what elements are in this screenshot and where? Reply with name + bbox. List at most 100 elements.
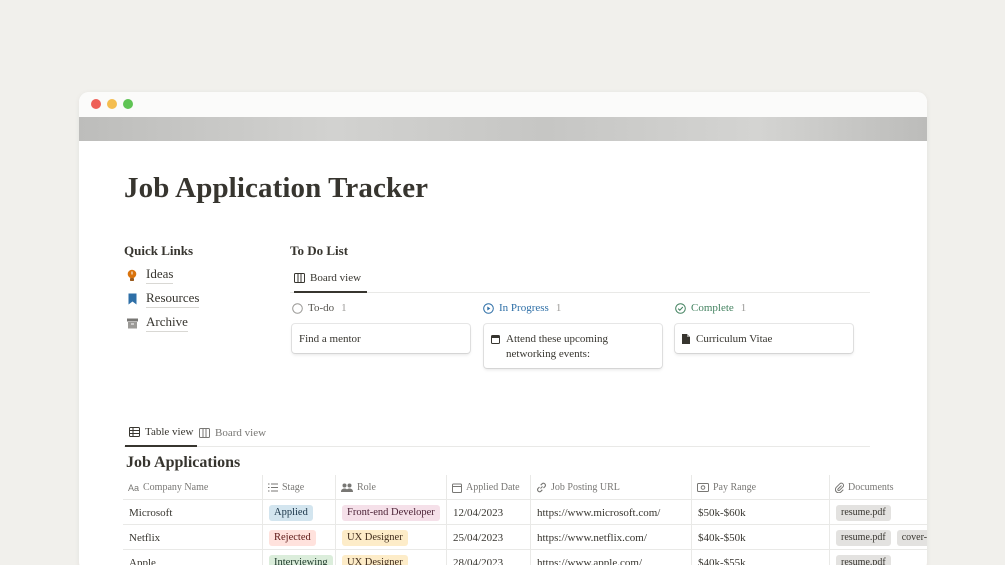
card-title: Find a mentor <box>299 333 361 345</box>
table-header-row: Aa Company Name Stage Role Applied Date … <box>123 475 927 500</box>
date-cell[interactable]: 12/04/2023 <box>447 500 531 525</box>
stage-cell[interactable]: Rejected <box>263 525 336 550</box>
pay-range-cell[interactable]: $50k-$60k <box>692 500 830 525</box>
documents-cell[interactable]: resume.pdf cover-l <box>830 525 927 550</box>
column-header-documents[interactable]: Documents <box>830 475 927 500</box>
file-attachment[interactable]: cover-l <box>896 529 927 546</box>
page-content: Job Application Tracker Quick Links Idea… <box>79 141 927 565</box>
tab-label: Board view <box>215 426 267 439</box>
board-card[interactable]: Curriculum Vitae <box>675 324 853 353</box>
board-view-icon <box>199 427 210 438</box>
date-cell[interactable]: 28/04/2023 <box>447 550 531 565</box>
card-title: Attend these upcoming networking events: <box>506 333 609 360</box>
tab-table-view[interactable]: Table view <box>125 418 198 447</box>
url-cell[interactable]: https://www.microsoft.com/ <box>531 500 692 525</box>
database-title: Job Applications <box>126 454 241 471</box>
documents-cell[interactable]: resume.pdf <box>830 550 927 565</box>
circle-status-icon <box>292 302 303 314</box>
quick-link-ideas[interactable]: Ideas <box>126 266 174 284</box>
column-header-label: Documents <box>848 482 894 493</box>
file-attachment[interactable]: resume.pdf <box>836 504 891 521</box>
close-window-button[interactable] <box>91 99 101 109</box>
board-column-complete: Complete 1 <box>675 302 746 314</box>
quick-link-label: Resources <box>146 290 200 308</box>
minimize-window-button[interactable] <box>107 99 117 109</box>
database-view-tabs: Table view Board view <box>124 418 870 447</box>
text-property-icon: Aa <box>128 482 140 493</box>
company-cell[interactable]: Netflix <box>123 525 263 550</box>
people-property-icon <box>341 483 353 492</box>
company-cell[interactable]: Apple <box>123 550 263 565</box>
app-window: Job Application Tracker Quick Links Idea… <box>79 92 927 565</box>
column-header-role[interactable]: Role <box>336 475 447 500</box>
url-cell[interactable]: https://www.apple.com/ <box>531 550 692 565</box>
money-property-icon <box>697 483 709 492</box>
column-header-company[interactable]: Aa Company Name <box>123 475 263 500</box>
column-header-applied-date[interactable]: Applied Date <box>447 475 531 500</box>
column-header-pay-range[interactable]: Pay Range <box>692 475 830 500</box>
document-icon <box>682 334 690 345</box>
column-header-label: Pay Range <box>713 482 757 493</box>
maximize-window-button[interactable] <box>123 99 133 109</box>
board-column-in-progress: In Progress 1 <box>483 302 561 314</box>
role-cell[interactable]: UX Designer <box>336 550 447 565</box>
column-header-label: Applied Date <box>466 482 520 493</box>
calendar-icon <box>491 334 500 360</box>
pay-range-cell[interactable]: $40k-$50k <box>692 525 830 550</box>
archive-box-icon <box>126 316 138 330</box>
table-row[interactable]: Microsoft Applied Front-end Developer 12… <box>123 500 927 525</box>
lightbulb-icon <box>126 268 138 282</box>
company-cell[interactable]: Microsoft <box>123 500 263 525</box>
board-card[interactable]: Find a mentor <box>292 324 470 353</box>
tab-board-view[interactable]: Board view <box>199 418 266 447</box>
column-header-label: Role <box>357 482 376 493</box>
table-row[interactable]: Netflix Rejected UX Designer 25/04/2023 … <box>123 525 927 550</box>
tab-label: Board view <box>310 271 362 284</box>
role-tag: UX Designer <box>342 554 408 565</box>
tab-board-view[interactable]: Board view <box>294 264 368 293</box>
todo-view-tabs: Board view <box>290 264 870 293</box>
quick-link-label: Ideas <box>146 266 174 284</box>
quick-links-heading: Quick Links <box>124 243 194 258</box>
stage-cell[interactable]: Applied <box>263 500 336 525</box>
board-card[interactable]: Attend these upcoming networking events: <box>484 324 662 368</box>
tab-label: Table view <box>145 425 194 438</box>
card-title: Curriculum Vitae <box>696 333 773 345</box>
list-property-icon <box>268 483 278 492</box>
column-label: Complete <box>691 302 734 314</box>
todo-heading: To Do List <box>290 243 349 258</box>
role-tag: Front-end Developer <box>342 504 440 521</box>
quick-link-resources[interactable]: Resources <box>126 290 200 308</box>
date-cell[interactable]: 25/04/2023 <box>447 525 531 550</box>
column-count: 1 <box>341 302 347 314</box>
file-attachment[interactable]: resume.pdf <box>836 529 891 546</box>
file-attachment[interactable]: resume.pdf <box>836 554 891 565</box>
window-titlebar <box>79 92 927 117</box>
url-cell[interactable]: https://www.netflix.com/ <box>531 525 692 550</box>
documents-cell[interactable]: resume.pdf <box>830 500 927 525</box>
column-header-stage[interactable]: Stage <box>263 475 336 500</box>
status-badge: Interviewing <box>269 554 333 565</box>
link-property-icon <box>536 482 547 493</box>
calendar-property-icon <box>452 483 462 493</box>
column-label: To-do <box>308 302 335 314</box>
role-tag: UX Designer <box>342 529 408 546</box>
bookmark-icon <box>126 292 138 306</box>
pay-range-cell[interactable]: $40k-$55k <box>692 550 830 565</box>
play-circle-icon <box>483 302 494 314</box>
role-cell[interactable]: Front-end Developer <box>336 500 447 525</box>
quick-link-archive[interactable]: Archive <box>126 314 188 332</box>
column-header-label: Stage <box>282 482 305 493</box>
column-count: 1 <box>740 302 747 314</box>
column-count: 1 <box>555 302 562 314</box>
quick-link-label: Archive <box>146 314 188 332</box>
paperclip-property-icon <box>835 482 844 493</box>
column-header-label: Job Posting URL <box>551 482 620 493</box>
stage-cell[interactable]: Interviewing <box>263 550 336 565</box>
column-header-url[interactable]: Job Posting URL <box>531 475 692 500</box>
board-view-icon <box>294 272 305 283</box>
board-column-todo: To-do 1 <box>292 302 347 314</box>
table-row[interactable]: Apple Interviewing UX Designer 28/04/202… <box>123 550 927 565</box>
page-title: Job Application Tracker <box>124 172 429 204</box>
role-cell[interactable]: UX Designer <box>336 525 447 550</box>
